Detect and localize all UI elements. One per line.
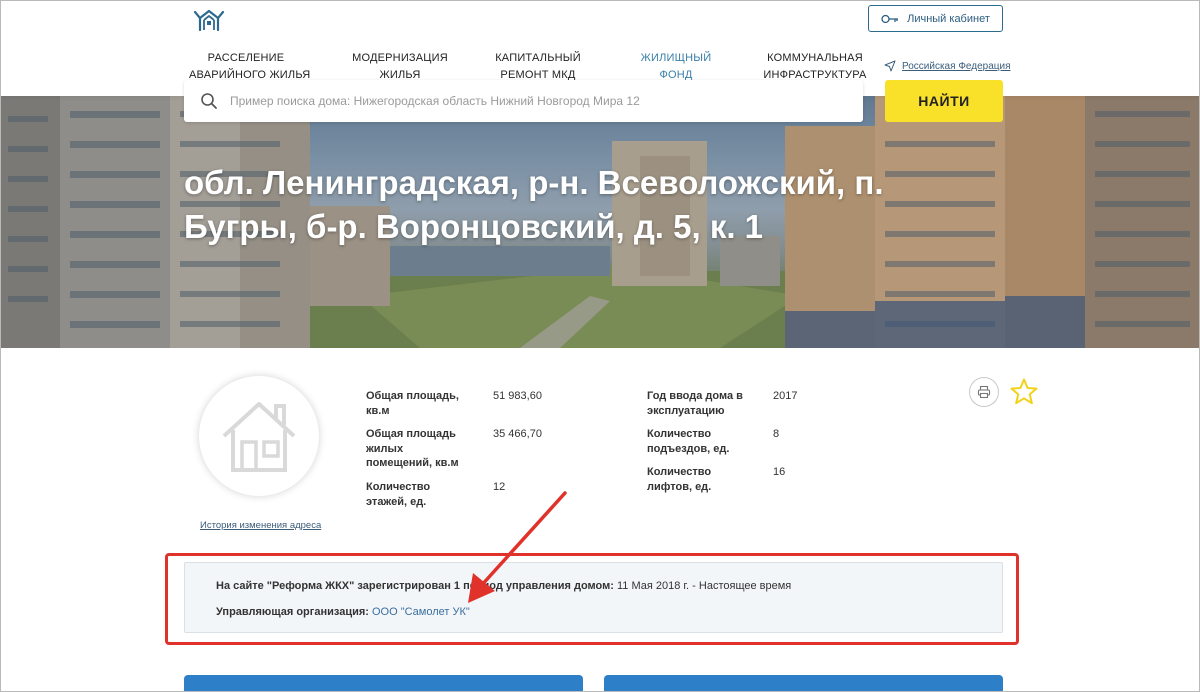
nav-label-line1: ЖИЛИЩНЫЙ (640, 52, 712, 64)
prop-label-line: подъездов, ед. (647, 442, 730, 455)
nav-item-emergency-housing[interactable]: РАССЕЛЕНИЕ АВАРИЙНОГО ЖИЛЬЯ (189, 50, 310, 84)
bottom-card-left[interactable] (184, 675, 583, 692)
nav-item-housing-stock[interactable]: ЖИЛИЩНЫЙ ФОНД (634, 50, 718, 84)
prop-entrances-value: 8 (773, 428, 780, 440)
location-arrow-icon (884, 60, 896, 72)
prop-elevators-value: 16 (773, 466, 786, 478)
prop-label-line: помещений, кв.м (366, 457, 459, 469)
nav-item-utility-infrastructure[interactable]: КОММУНАЛЬНАЯ ИНФРАСТРУКТУРА (762, 50, 868, 84)
prop-living-area-label: Общая площадь жилых помещений, кв.м (366, 427, 459, 471)
management-org-prefix: Управляющая организация: (216, 606, 369, 618)
prop-living-area-value: 35 466,70 (493, 428, 542, 440)
prop-label-line: эксплуатацию (647, 404, 725, 417)
search-icon (201, 93, 217, 109)
nav-item-capital-repair[interactable]: КАПИТАЛЬНЫЙ РЕМОНТ МКД (489, 50, 587, 84)
prop-label-line: Количество (647, 466, 712, 478)
prop-label-line: Общая площадь, (366, 390, 459, 402)
management-org-link[interactable]: ООО "Самолет УК" (372, 606, 470, 618)
management-info-panel: На сайте "Реформа ЖКХ" зарегистрирован 1… (184, 562, 1003, 633)
logo-icon[interactable] (192, 8, 226, 32)
region-selector[interactable]: Российская Федерация (884, 60, 1011, 72)
personal-cabinet-button[interactable]: Личный кабинет (868, 5, 1003, 32)
address-history-link[interactable]: История изменения адреса (200, 520, 321, 531)
prop-label-line: лифтов, ед. (647, 480, 712, 493)
nav-item-housing-modernization[interactable]: МОДЕРНИЗАЦИЯ ЖИЛЬЯ (350, 50, 450, 84)
management-org-line: Управляющая организация: ООО "Самолет УК… (216, 606, 470, 618)
page-title: обл. Ленинградская, р-н. Всеволожский, п… (184, 164, 884, 245)
address-search-box (184, 80, 863, 122)
nav-label-line1: МОДЕРНИЗАЦИЯ (352, 52, 448, 64)
find-button[interactable]: НАЙТИ (885, 80, 1003, 122)
star-icon[interactable] (1009, 377, 1039, 407)
prop-label-line: этажей, ед. (366, 495, 427, 508)
prop-label-line: Количество (647, 428, 712, 440)
prop-label-line: Общая площадь (366, 428, 456, 440)
nav-label-line1: КОММУНАЛЬНАЯ (767, 52, 863, 64)
prop-year-value: 2017 (773, 390, 798, 402)
prop-year-label: Год ввода дома в эксплуатацию (647, 389, 743, 418)
bottom-card-right[interactable] (604, 675, 1003, 692)
prop-elevators-label: Количество лифтов, ед. (647, 465, 711, 494)
personal-cabinet-label: Личный кабинет (907, 12, 990, 25)
management-period-prefix: На сайте "Реформа ЖКХ" зарегистрирован 1… (216, 580, 614, 592)
prop-label-line: Год ввода дома в (647, 390, 743, 402)
prop-total-area-label: Общая площадь, кв.м (366, 389, 459, 418)
management-period-value: 11 Мая 2018 г. - Настоящее время (616, 580, 792, 592)
prop-label-line: жилых (366, 442, 404, 455)
management-period-line: На сайте "Реформа ЖКХ" зарегистрирован 1… (216, 580, 791, 592)
prop-label-line: кв.м (366, 404, 390, 417)
region-label: Российская Федерация (902, 60, 1011, 72)
house-icon (222, 402, 296, 472)
nav-label-line1: РАССЕЛЕНИЕ (207, 52, 285, 64)
prop-total-area-value: 51 983,60 (493, 390, 542, 402)
prop-label-line: Количество (366, 481, 431, 493)
prop-entrances-label: Количество подъездов, ед. (647, 427, 729, 456)
house-photo-placeholder (199, 376, 319, 496)
nav-label-line1: КАПИТАЛЬНЫЙ (495, 52, 581, 64)
printer-icon (977, 385, 991, 399)
key-icon (881, 14, 899, 23)
prop-floors-label: Количество этажей, ед. (366, 480, 430, 509)
print-button[interactable] (969, 377, 999, 407)
prop-floors-value: 12 (493, 481, 506, 493)
address-search-input[interactable] (230, 94, 830, 108)
